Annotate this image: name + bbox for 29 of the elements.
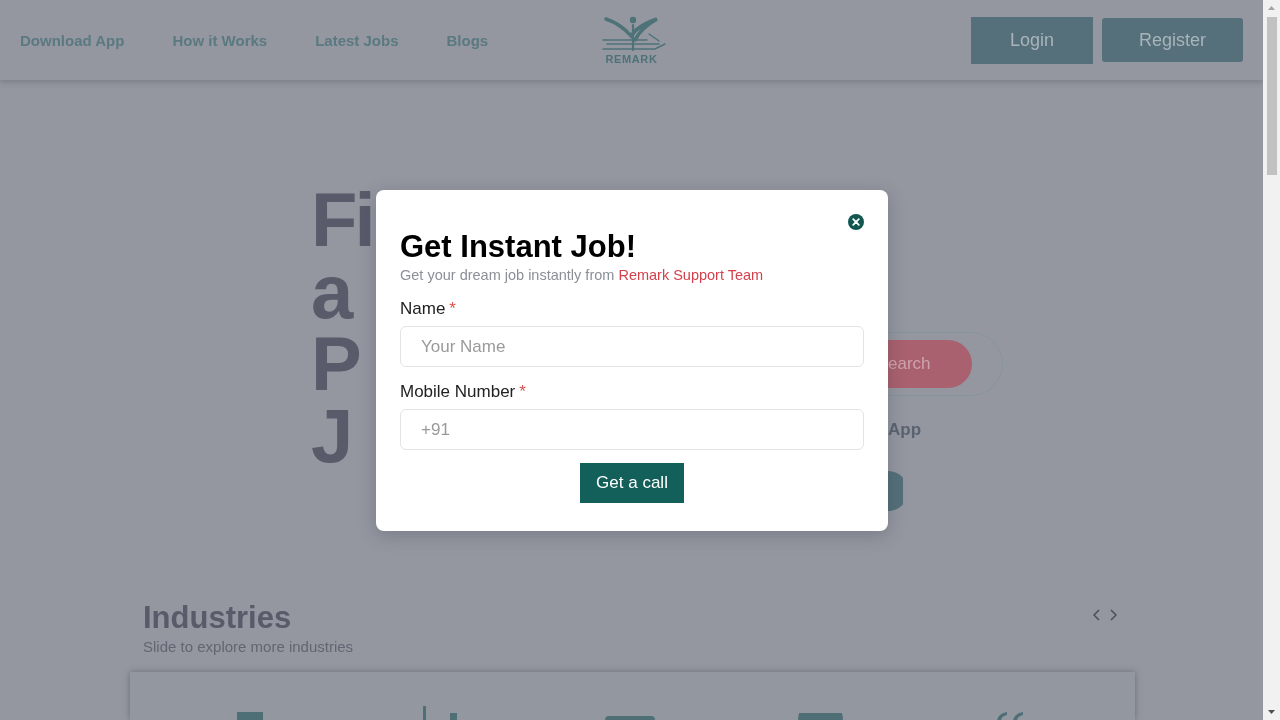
modal-title: Get Instant Job! xyxy=(400,229,637,265)
field-label: Mobile Number * xyxy=(400,382,527,402)
input-field[interactable]: +91 xyxy=(400,409,864,450)
logo-text: REMARK xyxy=(605,52,658,65)
chevron-left-icon[interactable] xyxy=(1093,609,1100,621)
field-label: Name * xyxy=(400,299,457,319)
close-icon[interactable] xyxy=(848,214,864,230)
nav-link[interactable]: Blogs xyxy=(446,31,489,49)
chevron-right-icon[interactable] xyxy=(1110,609,1117,621)
section-title: Industries xyxy=(143,600,293,636)
quote-icon xyxy=(995,712,1025,720)
hero-heading: Fi xyxy=(311,184,373,256)
search-button[interactable]: earch xyxy=(888,340,972,388)
input-field[interactable]: Your Name xyxy=(400,326,864,367)
scrollbar[interactable] xyxy=(1263,0,1280,720)
modal-subtitle: Get your dream job instantly from Remark Support Team xyxy=(400,266,765,284)
rectangle-icon xyxy=(237,712,263,720)
hero-heading: J xyxy=(311,400,351,472)
scrollbar-thumb[interactable] xyxy=(1266,17,1277,175)
hero-heading: P xyxy=(311,328,359,400)
nav-link[interactable]: How it Works xyxy=(172,31,268,49)
nav-link[interactable]: Download App xyxy=(20,31,125,49)
bars-icon xyxy=(423,706,457,720)
get-call-button[interactable]: Get a call xyxy=(580,463,684,503)
nav-link[interactable]: Latest Jobs xyxy=(315,31,399,49)
hero-heading: a xyxy=(311,256,351,328)
register-button[interactable]: Register xyxy=(1101,18,1243,62)
login-button[interactable]: Login xyxy=(970,16,1093,64)
app-heading: App xyxy=(888,420,922,440)
